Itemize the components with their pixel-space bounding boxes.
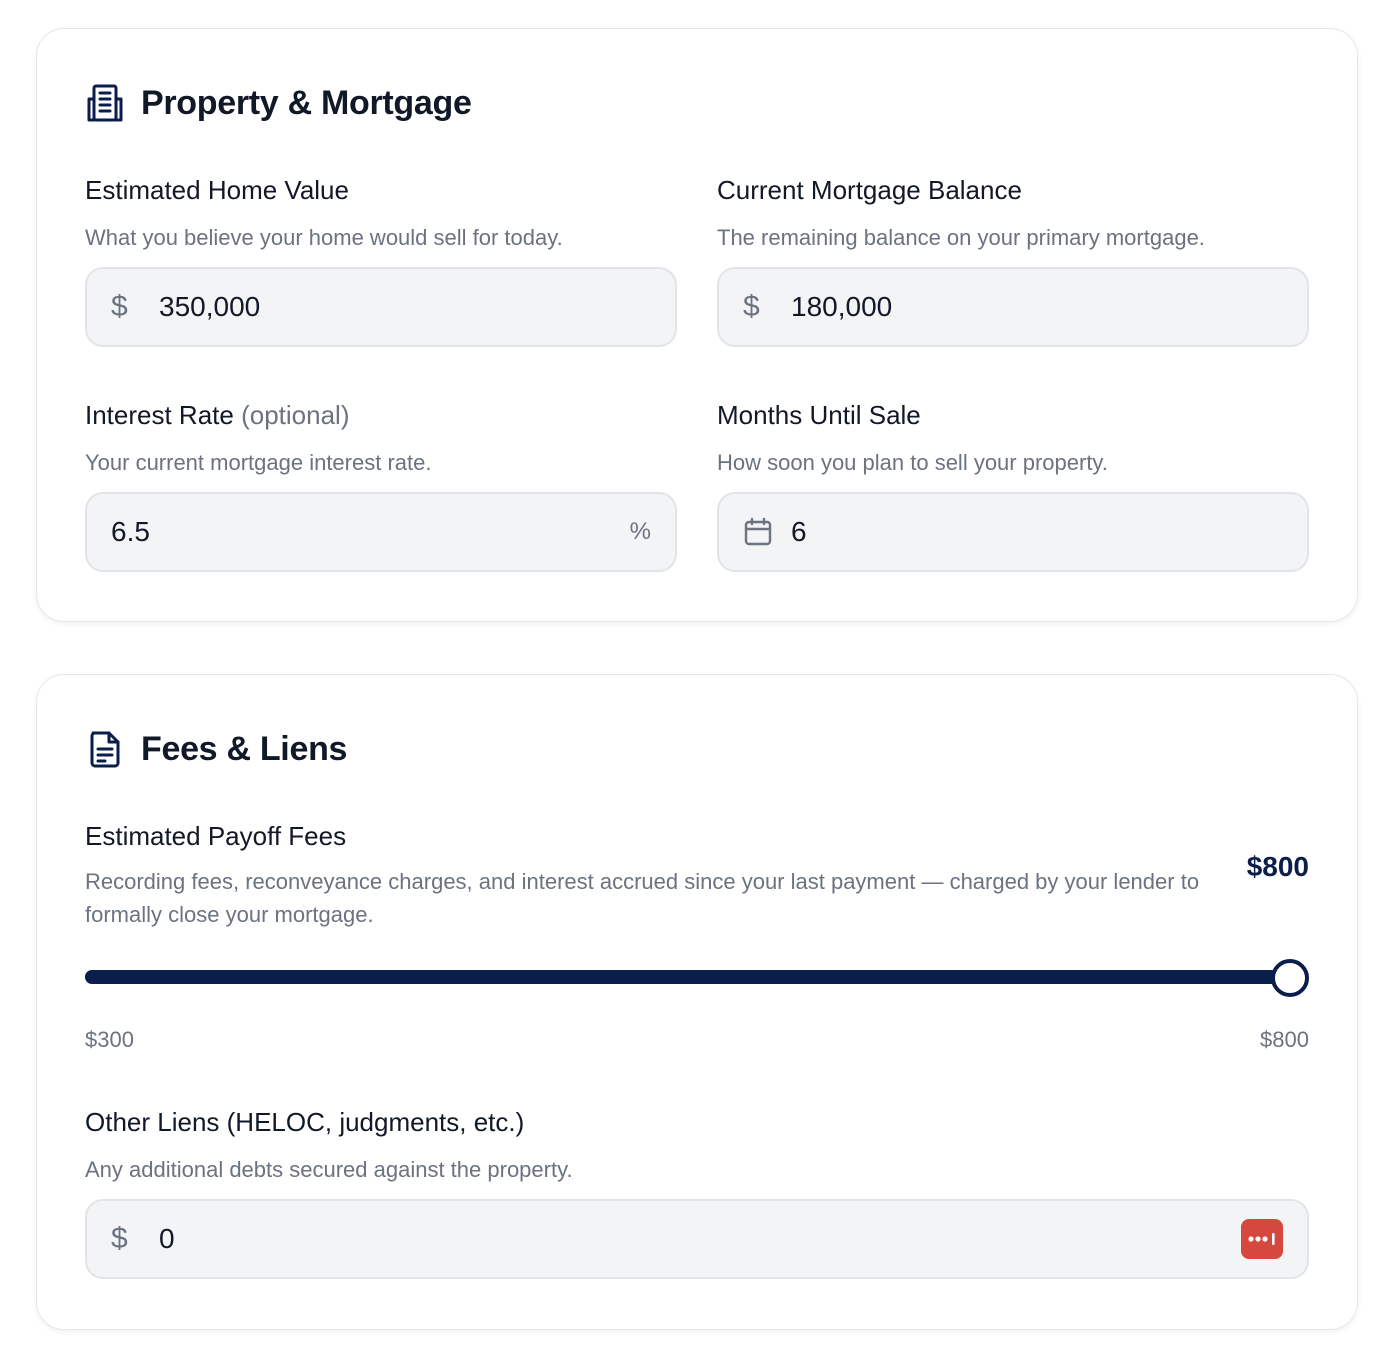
payoff-fees-value: $800	[1246, 851, 1309, 882]
building-icon	[85, 83, 125, 123]
other-liens-label: Other Liens (HELOC, judgments, etc.)	[85, 1107, 525, 1137]
home-value-help: What you believe your home would sell fo…	[85, 225, 563, 250]
payoff-fees-field: Estimated Payoff Fees Recording fees, re…	[85, 821, 1309, 931]
mortgage-balance-input[interactable]: $ 180,000	[717, 267, 1309, 347]
mortgage-balance-label: Current Mortgage Balance	[717, 175, 1022, 205]
optional-tag: (optional)	[241, 400, 350, 430]
interest-rate-label-text: Interest Rate	[85, 400, 234, 430]
slider-fill	[85, 970, 1290, 984]
mortgage-balance-help: The remaining balance on your primary mo…	[717, 225, 1205, 250]
months-until-sale-input[interactable]: 6	[717, 492, 1309, 572]
percent-suffix: %	[629, 518, 651, 545]
interest-rate-field: Interest Rate (optional) Your current mo…	[85, 400, 677, 572]
interest-rate-input[interactable]: 6.5 %	[85, 492, 677, 572]
fees-liens-header: Fees & Liens	[85, 729, 347, 769]
slider-min-label: $300	[85, 1027, 134, 1052]
dollar-icon: $	[743, 290, 760, 323]
months-until-sale-label: Months Until Sale	[717, 400, 921, 430]
other-liens-input[interactable]: $ 0	[85, 1199, 1309, 1279]
mortgage-balance-field: Current Mortgage Balance The remaining b…	[717, 175, 1309, 347]
slider-range-labels: $300 $800	[85, 1027, 1309, 1053]
interest-rate-input-value: 6.5	[111, 516, 150, 547]
home-value-label: Estimated Home Value	[85, 175, 349, 205]
fees-liens-card: Fees & Liens Estimated Payoff Fees Recor…	[36, 674, 1358, 1330]
interest-rate-label: Interest Rate (optional)	[85, 400, 677, 430]
home-value-input[interactable]: $ 350,000	[85, 267, 677, 347]
slider-max-label: $800	[1260, 1027, 1309, 1052]
months-until-sale-input-value: 6	[791, 516, 807, 547]
payoff-fees-label: Estimated Payoff Fees	[85, 821, 347, 851]
months-until-sale-field: Months Until Sale How soon you plan to s…	[717, 400, 1309, 572]
payoff-fees-help: Recording fees, reconveyance charges, an…	[85, 869, 1200, 927]
document-icon	[85, 729, 125, 769]
fees-liens-title: Fees & Liens	[141, 729, 348, 768]
dollar-icon: $	[111, 290, 128, 323]
months-until-sale-help: How soon you plan to sell your property.	[717, 450, 1108, 475]
other-liens-help: Any additional debts secured against the…	[85, 1157, 573, 1182]
other-liens-field: Other Liens (HELOC, judgments, etc.) Any…	[85, 1107, 1309, 1279]
home-value-input-value: 350,000	[159, 291, 261, 322]
property-mortgage-header: Property & Mortgage	[85, 83, 472, 123]
payoff-fees-slider[interactable]	[85, 959, 1309, 997]
home-value-field: Estimated Home Value What you believe yo…	[85, 175, 677, 347]
mortgage-balance-input-value: 180,000	[791, 291, 893, 322]
property-mortgage-card: Property & Mortgage Estimated Home Value…	[36, 28, 1358, 622]
dollar-icon: $	[111, 1222, 128, 1255]
slider-thumb[interactable]	[1271, 959, 1309, 997]
property-mortgage-title: Property & Mortgage	[141, 83, 472, 122]
calendar-icon	[743, 517, 779, 547]
password-manager-icon[interactable]	[1241, 1219, 1283, 1259]
interest-rate-help: Your current mortgage interest rate.	[85, 450, 432, 475]
other-liens-input-value: 0	[159, 1223, 175, 1254]
